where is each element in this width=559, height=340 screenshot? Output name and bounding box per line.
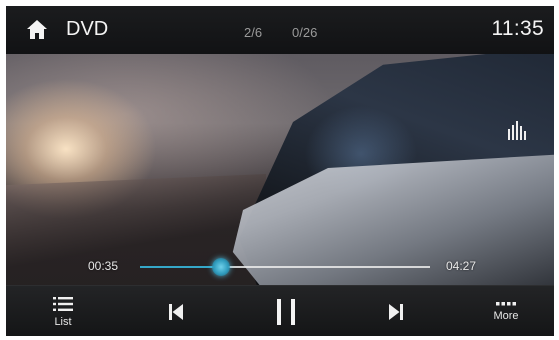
skip-next-icon bbox=[389, 303, 403, 320]
list-button-label: List bbox=[54, 315, 72, 328]
control-bar: List More bbox=[6, 285, 554, 336]
progress-bar[interactable] bbox=[140, 258, 430, 276]
skip-previous-icon bbox=[169, 303, 183, 320]
next-button[interactable] bbox=[378, 286, 414, 336]
home-icon bbox=[27, 20, 47, 39]
previous-button[interactable] bbox=[158, 286, 194, 336]
progress-fill bbox=[140, 266, 222, 268]
more-button[interactable]: More bbox=[484, 286, 528, 336]
source-title: DVD bbox=[66, 18, 109, 40]
track-counter: 2/6 bbox=[244, 25, 263, 40]
more-dots-icon bbox=[496, 301, 516, 305]
total-time: 04:27 bbox=[446, 259, 477, 273]
video-area[interactable]: 00:35 04:27 bbox=[6, 54, 554, 285]
more-button-label: More bbox=[493, 309, 519, 322]
elapsed-time: 00:35 bbox=[88, 259, 119, 273]
dvd-player-screen: DVD 2/6 0/26 11:35 00:35 04:27 List More bbox=[6, 6, 554, 336]
list-icon bbox=[53, 296, 73, 311]
clock: 11:35 bbox=[491, 17, 544, 40]
pause-button[interactable] bbox=[266, 286, 306, 336]
pause-icon bbox=[277, 298, 295, 325]
status-bar: DVD 2/6 0/26 11:35 bbox=[6, 6, 554, 54]
chapter-counter: 0/26 bbox=[292, 25, 318, 40]
equalizer-icon[interactable] bbox=[506, 120, 528, 140]
list-button[interactable]: List bbox=[43, 286, 83, 336]
